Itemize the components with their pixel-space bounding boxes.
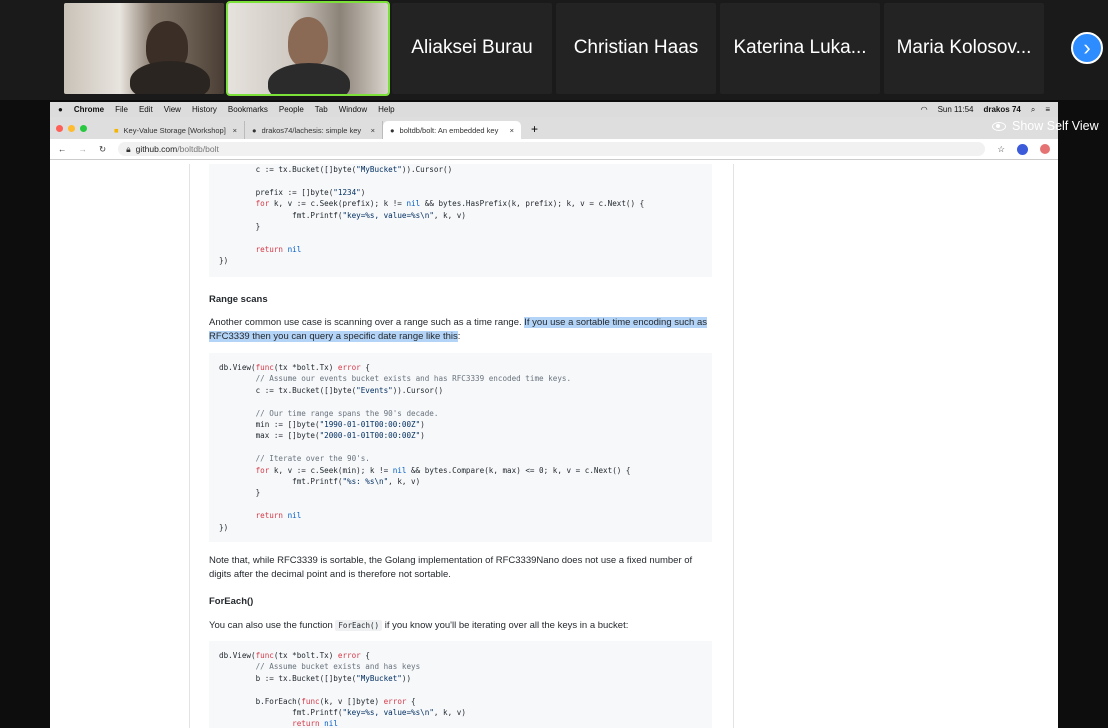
tab-label: boltdb/bolt: An embedded key (399, 125, 499, 135)
code-block-prefix-scan: c := tx.Bucket([]byte("MyBucket")).Curso… (209, 164, 712, 277)
github-icon: ● (252, 125, 257, 135)
close-tab-icon[interactable]: × (371, 126, 375, 135)
code-text: c := tx.Bucket([]byte("MyBucket")).Curso… (219, 165, 645, 266)
participant-video-2[interactable] (226, 1, 390, 96)
url-field[interactable]: 🔒︎ github.com/boltdb/bolt (118, 142, 986, 156)
participant-video-1[interactable] (64, 3, 224, 94)
menu-tab[interactable]: Tab (315, 105, 328, 114)
app-menu[interactable]: Chrome (74, 105, 104, 114)
menu-view[interactable]: View (164, 105, 181, 114)
menu-window[interactable]: Window (339, 105, 367, 114)
back-icon[interactable]: ← (58, 144, 67, 154)
tab-label: drakos74/lachesis: simple key (261, 125, 362, 135)
show-self-view-label: Show Self View (1012, 119, 1099, 133)
participant-person (288, 17, 328, 67)
participant-tile-1[interactable]: Aliaksei Burau (392, 3, 552, 94)
text: : (457, 331, 461, 342)
star-icon[interactable]: ☆ (997, 144, 1005, 155)
browser-tab-2[interactable]: ● drakos74/lachesis: simple key × (245, 121, 383, 139)
search-icon[interactable]: ⌕ (1031, 105, 1035, 115)
heading-range-scans: Range scans (209, 294, 268, 305)
close-tab-icon[interactable]: × (510, 126, 514, 135)
participant-name: Aliaksei Burau (411, 37, 533, 58)
menu-people[interactable]: People (279, 105, 304, 114)
close-window-button[interactable] (56, 124, 63, 132)
participant-body (130, 61, 210, 94)
participant-name: Maria Kolosov... (896, 37, 1032, 58)
forward-icon[interactable]: → (79, 144, 88, 154)
extension-icon[interactable] (1040, 144, 1050, 154)
chevron-right-icon: › (1083, 35, 1091, 60)
code-text: db.View(func(tx *bolt.Tx) error { // Ass… (219, 363, 631, 532)
zoom-participant-strip: Aliaksei Burau Christian Haas Katerina L… (0, 0, 1108, 100)
heading-foreach: ForEach() (209, 596, 254, 607)
url-path: /boltdb/bolt (177, 144, 219, 154)
close-tab-icon[interactable]: × (233, 126, 237, 135)
minimize-window-button[interactable] (68, 124, 75, 132)
paragraph-foreach: You can also use the function ForEach() … (209, 619, 714, 633)
inline-code: ForEach() (335, 620, 383, 631)
browser-tab-1[interactable]: ■ Key-Value Storage [Workshop] × (107, 121, 245, 139)
user-name[interactable]: drakos 74 (983, 105, 1020, 114)
participant-tile-4[interactable]: Maria Kolosov... (884, 3, 1044, 94)
menu-edit[interactable]: Edit (139, 105, 153, 114)
text: Another common use case is scanning over… (209, 317, 525, 328)
tab-label: Key-Value Storage [Workshop] (123, 125, 226, 135)
text: if you know you'll be iterating over all… (382, 620, 629, 631)
next-page-button[interactable]: › (1071, 32, 1103, 64)
wifi-icon[interactable]: ◠ (921, 105, 928, 114)
menu-help[interactable]: Help (378, 105, 394, 114)
participant-name: Christian Haas (573, 37, 699, 58)
apple-icon[interactable]: ● (58, 105, 63, 114)
paragraph-range-scans: Another common use case is scanning over… (209, 316, 714, 344)
participant-tile-2[interactable]: Christian Haas (556, 3, 716, 94)
shared-screen: ● Chrome File Edit View History Bookmark… (50, 102, 1058, 728)
reload-icon[interactable]: ↻ (99, 144, 106, 155)
url-host: github.com (135, 144, 178, 154)
paragraph-rfc-note: Note that, while RFC3339 is sortable, th… (209, 555, 693, 580)
new-tab-button[interactable]: + (521, 121, 548, 139)
code-block-range-scan: db.View(func(tx *bolt.Tx) error { // Ass… (209, 353, 712, 542)
clock: Sun 11:54 (937, 105, 974, 114)
show-self-view-button[interactable]: Show Self View (992, 119, 1099, 133)
profile-avatar[interactable] (1017, 143, 1028, 155)
eye-icon (992, 121, 1006, 131)
window-controls (56, 117, 87, 139)
readme-content: c := tx.Bucket([]byte("MyBucket")).Curso… (189, 164, 734, 728)
mac-menu-bar: ● Chrome File Edit View History Bookmark… (50, 102, 1058, 117)
code-block-foreach: db.View(func(tx *bolt.Tx) error { // Ass… (209, 641, 712, 728)
lock-icon: 🔒︎ (126, 143, 131, 154)
github-icon: ● (390, 125, 395, 135)
code-text: db.View(func(tx *bolt.Tx) error { // Ass… (219, 651, 466, 728)
doc-icon: ■ (114, 125, 119, 135)
browser-tab-bar: ■ Key-Value Storage [Workshop] × ● drako… (50, 117, 1058, 139)
menu-history[interactable]: History (192, 105, 217, 114)
menu-list-icon[interactable]: ≡ (1045, 105, 1050, 114)
menu-bookmarks[interactable]: Bookmarks (228, 105, 268, 114)
menu-file[interactable]: File (115, 105, 128, 114)
participant-tile-3[interactable]: Katerina Luka... (720, 3, 880, 94)
participant-name: Katerina Luka... (733, 37, 867, 58)
text: You can also use the function (209, 620, 336, 631)
address-bar-row: ← → ↻ 🔒︎ github.com/boltdb/bolt ☆ (50, 139, 1058, 160)
maximize-window-button[interactable] (80, 124, 87, 132)
browser-tab-3[interactable]: ● boltdb/bolt: An embedded key × (383, 121, 521, 139)
